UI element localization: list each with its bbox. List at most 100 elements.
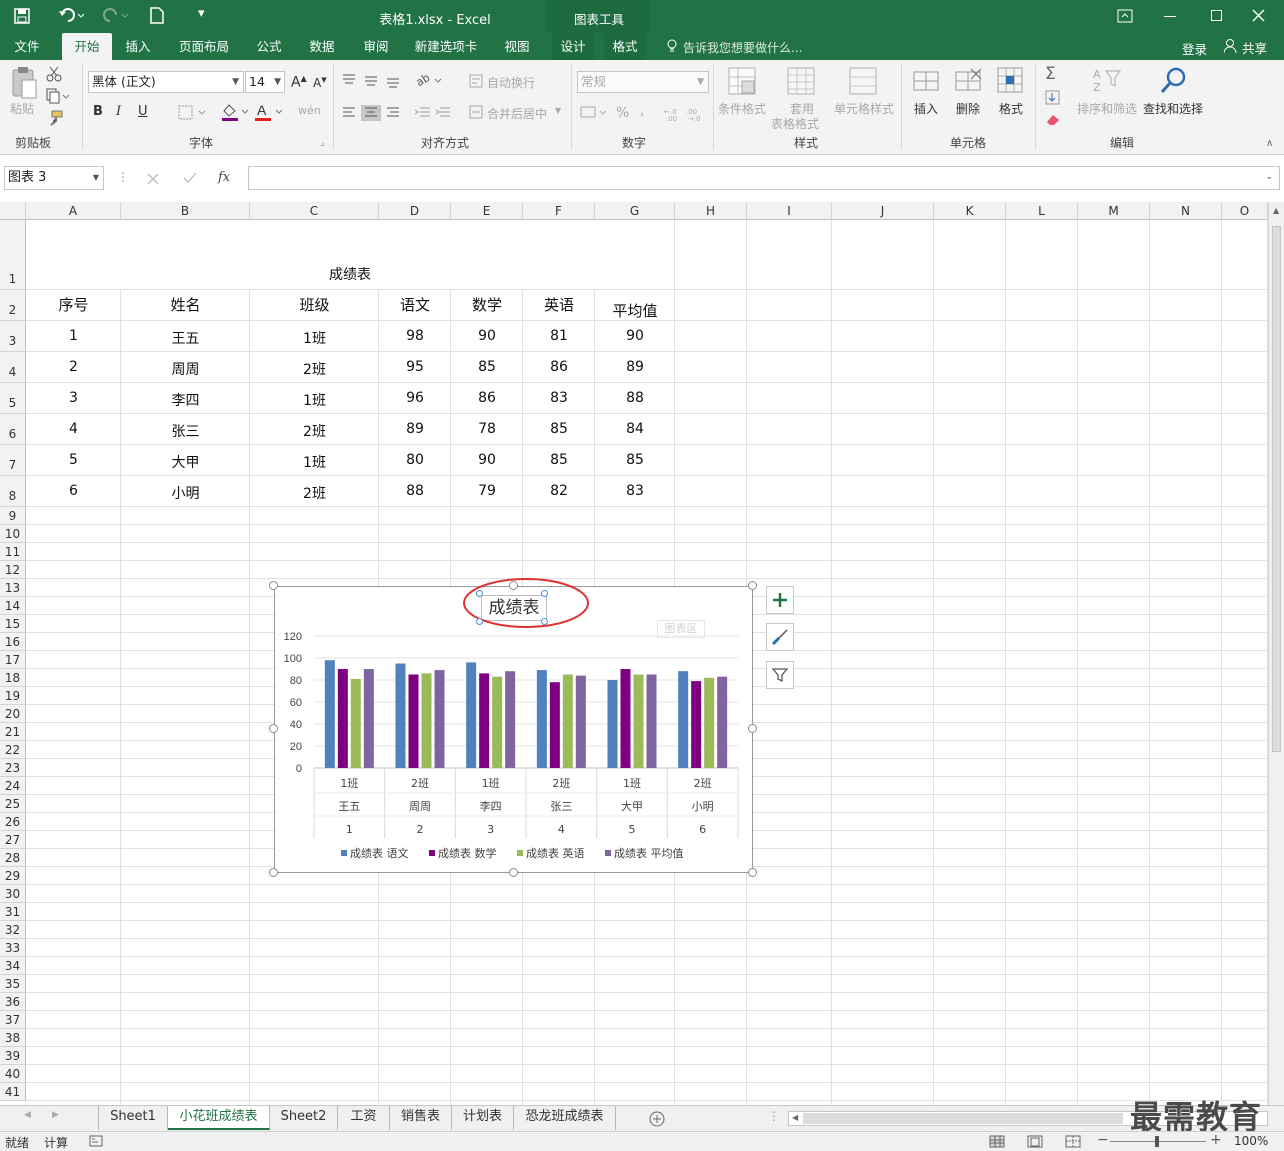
- row-header-14[interactable]: 14: [0, 597, 26, 615]
- row-header-17[interactable]: 17: [0, 651, 26, 669]
- row-header-9[interactable]: 9: [0, 507, 26, 525]
- sheet-tab-sheet1[interactable]: Sheet1: [98, 1106, 168, 1130]
- title-handle[interactable]: [541, 590, 548, 597]
- sheet-tab-salary[interactable]: 工资: [338, 1106, 390, 1130]
- row-header-8[interactable]: 8: [0, 476, 26, 507]
- row-header-23[interactable]: 23: [0, 759, 26, 777]
- data-cell[interactable]: 1班: [250, 390, 379, 410]
- row-header-41[interactable]: 41: [0, 1083, 26, 1101]
- cut-icon[interactable]: [46, 66, 62, 82]
- chart-area[interactable]: 0 20 40 60 80 100 120 1班 王五 1 2班 周周 2 1班 李四 3 2班 张三 4 1班 大甲…: [274, 578, 753, 873]
- collapse-ribbon-icon[interactable]: ∧: [1266, 138, 1273, 149]
- confirm-entry-icon[interactable]: [183, 172, 197, 184]
- data-cell[interactable]: 4: [26, 421, 121, 437]
- border-icon[interactable]: [178, 105, 208, 121]
- data-cell[interactable]: 周周: [121, 359, 250, 379]
- column-header-B[interactable]: B: [121, 202, 250, 220]
- sheet-tab-sheet2[interactable]: Sheet2: [270, 1106, 338, 1130]
- minimize-icon[interactable]: [1164, 16, 1176, 17]
- delete-cells-icon[interactable]: [955, 67, 983, 95]
- tell-me-input[interactable]: 告诉我您想要做什么...: [683, 39, 802, 56]
- data-cell[interactable]: 5: [26, 452, 121, 468]
- row-header-4[interactable]: 4: [0, 352, 26, 383]
- zoom-in-icon[interactable]: +: [1210, 1132, 1222, 1148]
- formula-input[interactable]: ⌄: [248, 166, 1280, 190]
- page-break-view-icon[interactable]: [1065, 1135, 1081, 1148]
- macro-record-icon[interactable]: [89, 1135, 103, 1148]
- grow-font-icon[interactable]: A▲: [291, 74, 307, 91]
- chart-filters-button[interactable]: [766, 661, 794, 689]
- cell-styles-button[interactable]: 单元格样式: [834, 100, 894, 117]
- data-cell[interactable]: 90: [451, 328, 523, 344]
- header-cell[interactable]: 序号: [26, 294, 121, 315]
- column-header-G[interactable]: G: [595, 202, 675, 220]
- row-header-31[interactable]: 31: [0, 903, 26, 921]
- data-cell[interactable]: 85: [523, 421, 595, 437]
- data-cell[interactable]: 90: [595, 328, 675, 344]
- wrap-text-button[interactable]: 自动换行: [487, 74, 535, 91]
- tab-split-icon[interactable]: ⋮: [768, 1109, 780, 1123]
- decimal-icons[interactable]: ←.0.00.00→.0: [664, 105, 706, 121]
- row-header-19[interactable]: 19: [0, 687, 26, 705]
- status-calculate[interactable]: 计算: [44, 1134, 68, 1151]
- tab-file[interactable]: 文件: [4, 33, 50, 60]
- data-cell[interactable]: 2: [26, 359, 121, 375]
- conditional-format-icon[interactable]: [728, 67, 758, 97]
- row-header-38[interactable]: 38: [0, 1029, 26, 1047]
- tab-view[interactable]: 视图: [496, 33, 538, 60]
- data-cell[interactable]: 85: [595, 452, 675, 468]
- conditional-format-button[interactable]: 条件格式: [718, 100, 766, 117]
- row-header-30[interactable]: 30: [0, 885, 26, 903]
- data-cell[interactable]: 1: [26, 328, 121, 344]
- data-cell[interactable]: 81: [523, 328, 595, 344]
- format-cells-button[interactable]: 格式: [999, 100, 1023, 117]
- row-header-28[interactable]: 28: [0, 849, 26, 867]
- scroll-up-icon[interactable]: ▲: [1273, 206, 1279, 215]
- row-header-3[interactable]: 3: [0, 321, 26, 352]
- undo-icon[interactable]: [58, 7, 86, 23]
- paste-icon[interactable]: [10, 66, 38, 100]
- row-header-2[interactable]: 2: [0, 290, 26, 321]
- name-box[interactable]: 图表 3 ▼: [4, 166, 104, 190]
- data-cell[interactable]: 90: [451, 452, 523, 468]
- column-header-N[interactable]: N: [1150, 202, 1222, 220]
- column-header-A[interactable]: A: [26, 202, 121, 220]
- data-cell[interactable]: 80: [379, 452, 451, 468]
- column-header-J[interactable]: J: [832, 202, 934, 220]
- data-cell[interactable]: 78: [451, 421, 523, 437]
- row-header-12[interactable]: 12: [0, 561, 26, 579]
- header-cell[interactable]: 数学: [451, 294, 523, 315]
- sheet-tab-sales[interactable]: 销售表: [390, 1106, 452, 1130]
- data-cell[interactable]: 88: [595, 390, 675, 406]
- expand-formula-bar-icon[interactable]: ⌄: [1265, 167, 1273, 187]
- row-header-32[interactable]: 32: [0, 921, 26, 939]
- row-header-15[interactable]: 15: [0, 615, 26, 633]
- data-cell[interactable]: 2班: [250, 483, 379, 503]
- chart-resize-handle[interactable]: [748, 868, 757, 877]
- sheet-tab-xiaohua[interactable]: 小花班成绩表: [168, 1106, 270, 1130]
- data-cell[interactable]: 大甲: [121, 452, 250, 472]
- chart-resize-handle[interactable]: [509, 581, 518, 590]
- row-header-20[interactable]: 20: [0, 705, 26, 723]
- insert-function-button[interactable]: fx: [218, 170, 230, 185]
- sort-filter-button[interactable]: 排序和筛选: [1077, 100, 1137, 117]
- data-cell[interactable]: 89: [379, 421, 451, 437]
- normal-view-icon[interactable]: [989, 1135, 1005, 1148]
- row-header-18[interactable]: 18: [0, 669, 26, 687]
- font-dialog-launcher-icon[interactable]: ⌟: [320, 138, 324, 148]
- row-header-22[interactable]: 22: [0, 741, 26, 759]
- row-header-26[interactable]: 26: [0, 813, 26, 831]
- shrink-font-icon[interactable]: A▼: [313, 76, 327, 90]
- share-button[interactable]: 共享: [1242, 38, 1267, 57]
- maximize-icon[interactable]: [1211, 10, 1222, 21]
- autosum-icon[interactable]: Σ: [1045, 64, 1056, 84]
- data-cell[interactable]: 2班: [250, 421, 379, 441]
- chart-resize-handle[interactable]: [748, 724, 757, 733]
- column-header-H[interactable]: H: [675, 202, 747, 220]
- chart-resize-handle[interactable]: [509, 868, 518, 877]
- new-file-icon[interactable]: [150, 7, 164, 24]
- row-header-1[interactable]: 1: [0, 220, 26, 290]
- column-header-C[interactable]: C: [250, 202, 379, 220]
- data-cell[interactable]: 84: [595, 421, 675, 437]
- row-header-36[interactable]: 36: [0, 993, 26, 1011]
